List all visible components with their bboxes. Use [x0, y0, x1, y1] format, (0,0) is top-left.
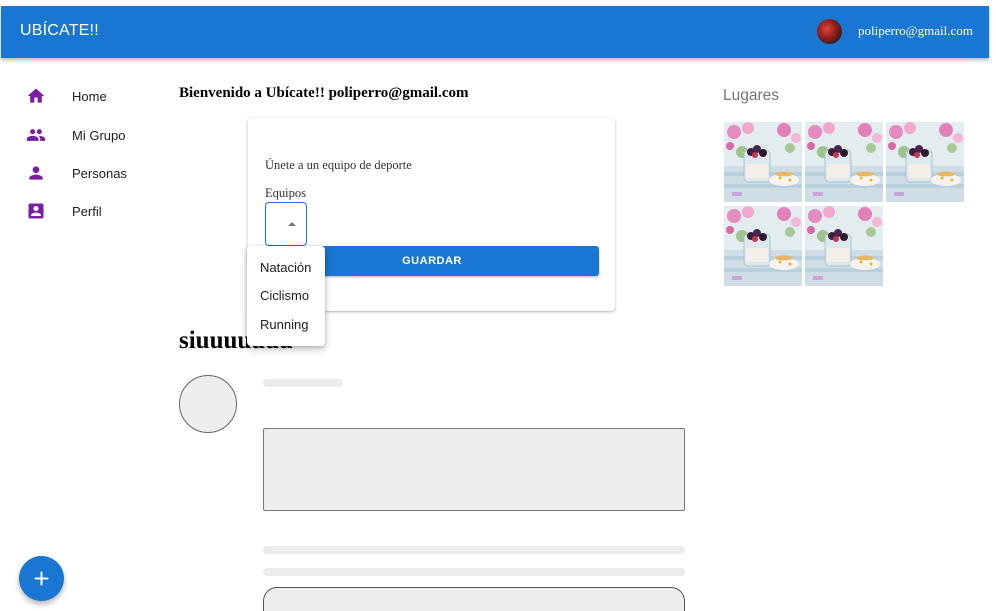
sidebar-item-personas[interactable]: Personas	[26, 163, 166, 187]
teams-select[interactable]	[265, 202, 307, 246]
skeleton-block	[263, 428, 685, 511]
home-icon	[27, 88, 45, 103]
sidebar-item-home[interactable]: Home	[26, 86, 166, 110]
places-title: Lugares	[723, 87, 780, 104]
sidebar-item-label: Personas	[72, 166, 127, 181]
skeleton-line	[263, 379, 343, 387]
sidebar-item-label: Home	[72, 89, 107, 104]
user-avatar[interactable]	[817, 19, 842, 44]
skeleton-avatar	[179, 375, 237, 433]
app-title[interactable]: UBÍCATE!!	[20, 22, 99, 40]
place-image[interactable]	[724, 206, 802, 286]
add-button[interactable]	[19, 556, 64, 601]
teams-dropdown-menu: Natación Ciclismo Running	[247, 246, 325, 346]
place-image[interactable]	[724, 122, 802, 202]
plus-icon	[34, 571, 49, 586]
sidebar-item-mi-grupo[interactable]: Mi Grupo	[26, 125, 166, 149]
menu-option-natacion[interactable]: Natación	[260, 260, 311, 275]
skeleton-block	[263, 587, 685, 611]
welcome-heading: Bienvenido a Ubícate!! poliperro@gmail.c…	[179, 85, 469, 101]
profile-card-icon	[28, 203, 44, 219]
place-image[interactable]	[805, 122, 883, 202]
sidebar-item-label: Mi Grupo	[72, 128, 126, 143]
place-image[interactable]	[805, 206, 883, 286]
skeleton-line	[263, 568, 685, 576]
sidebar-item-label: Perfil	[72, 204, 102, 219]
teams-select-label: Equipos	[265, 186, 306, 200]
app-bar: UBÍCATE!! poliperro@gmail.com	[1, 6, 989, 58]
place-image[interactable]	[886, 122, 964, 202]
sidebar-item-perfil[interactable]: Perfil	[26, 201, 166, 225]
user-email[interactable]: poliperro@gmail.com	[858, 23, 973, 39]
arrow-up-icon	[288, 222, 296, 226]
card-heading: Únete a un equipo de deporte	[265, 158, 412, 172]
menu-option-ciclismo[interactable]: Ciclismo	[260, 288, 309, 303]
person-icon	[29, 166, 43, 180]
menu-option-running[interactable]: Running	[260, 317, 308, 332]
group-icon	[26, 129, 46, 141]
skeleton-line	[263, 546, 685, 554]
